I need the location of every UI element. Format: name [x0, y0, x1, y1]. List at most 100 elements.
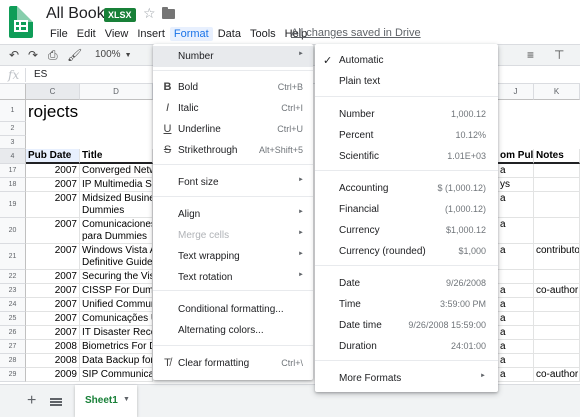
cell-notes[interactable]: co-author — [534, 368, 580, 382]
cell-notes[interactable] — [534, 298, 580, 312]
column-heading-title[interactable]: Title — [80, 149, 153, 164]
menu-format[interactable]: Format — [169, 26, 213, 41]
cell-title[interactable]: Midsized Busine Dummies — [80, 192, 153, 218]
cell-com-pub[interactable]: a — [498, 284, 534, 298]
cell-title[interactable]: Unified Commun — [80, 298, 153, 312]
cell-com-pub[interactable]: a — [498, 354, 534, 368]
number-format-time[interactable]: Time 3:59:00 PM — [315, 294, 498, 315]
format-menu-item-strikethrough[interactable]: S Strikethrough Alt+Shift+5 — [153, 140, 313, 161]
row-header[interactable]: 21 — [0, 244, 26, 270]
row-header[interactable]: 23 — [0, 284, 26, 298]
number-format-plain-text[interactable]: Plain text — [315, 71, 498, 92]
number-format-currency[interactable]: Currency $1,000.12 — [315, 220, 498, 241]
cell-com-pub[interactable]: a — [498, 218, 534, 244]
cell-notes[interactable] — [534, 312, 580, 326]
column-heading-pub-date[interactable]: Pub Date — [26, 149, 80, 164]
save-status-link[interactable]: All changes saved in Drive — [291, 27, 421, 39]
cell-pub-year[interactable]: 2007 — [26, 244, 80, 270]
select-all-corner[interactable] — [0, 84, 26, 100]
cell-pub-year[interactable]: 2007 — [26, 298, 80, 312]
row-header[interactable]: 18 — [0, 178, 26, 192]
format-menu-item-text-rotation[interactable]: Text rotation ► — [153, 267, 313, 288]
cell-pub-year[interactable]: 2007 — [26, 218, 80, 244]
number-format-accounting[interactable]: Accounting $ (1,000.12) — [315, 178, 498, 199]
format-menu-item-font-size[interactable]: Font size ► — [153, 172, 313, 193]
format-menu-item-bold[interactable]: B Bold Ctrl+B — [153, 77, 313, 98]
column-header-k[interactable]: K — [534, 84, 580, 100]
cell-com-pub[interactable]: ys — [498, 178, 534, 192]
redo-icon[interactable]: ↷ — [28, 48, 38, 62]
number-format-number[interactable]: Number 1,000.12 — [315, 104, 498, 125]
cell-title[interactable]: Converged Netw — [80, 164, 153, 178]
cell-pub-year[interactable]: 2009 — [26, 368, 80, 382]
cell-title[interactable]: Securing the Vista — [80, 270, 153, 284]
paint-format-icon[interactable]: 🖌 — [67, 48, 82, 62]
menu-edit[interactable]: Edit — [73, 27, 100, 41]
cell-title[interactable]: Comunicações Ur — [80, 312, 153, 326]
menu-tools[interactable]: Tools — [246, 27, 280, 41]
cell-notes[interactable] — [534, 178, 580, 192]
number-format-scientific[interactable]: Scientific 1.01E+03 — [315, 146, 498, 167]
all-sheets-icon[interactable] — [50, 398, 62, 406]
menu-view[interactable]: View — [101, 27, 133, 41]
cell-pub-year[interactable]: 2007 — [26, 164, 80, 178]
cell-notes[interactable]: co-author — [534, 284, 580, 298]
cell-title[interactable]: Windows Vista A Definitive Guide — [80, 244, 153, 270]
zoom-select[interactable]: 100% ▼ — [95, 48, 132, 63]
cell-notes[interactable] — [534, 164, 580, 178]
folder-icon[interactable] — [162, 7, 175, 19]
cell-title[interactable]: CISSP For Dummi — [80, 284, 153, 298]
cell-com-pub[interactable]: a — [498, 340, 534, 354]
column-header-j[interactable]: J — [498, 84, 534, 100]
cell-pub-year[interactable]: 2007 — [26, 192, 80, 218]
undo-icon[interactable]: ↶ — [9, 48, 19, 62]
format-menu-item-conditional-formatting[interactable]: Conditional formatting... — [153, 299, 313, 320]
row-header[interactable]: 2 — [0, 122, 26, 136]
cell-notes[interactable] — [534, 192, 580, 218]
row-header[interactable]: 1 — [0, 100, 26, 122]
cell-title[interactable]: SIP Communicati — [80, 368, 153, 382]
document-title[interactable]: All Books — [46, 5, 113, 23]
format-menu-item-align[interactable]: Align ► — [153, 204, 313, 225]
cell-com-pub[interactable]: a — [498, 164, 534, 178]
row-header[interactable]: 25 — [0, 312, 26, 326]
cell-title[interactable]: Data Backup for D — [80, 354, 153, 368]
format-menu-item-alternating-colors[interactable]: Alternating colors... — [153, 320, 313, 341]
print-icon[interactable]: ⎙ — [48, 48, 58, 62]
cell-notes[interactable] — [534, 218, 580, 244]
row-header[interactable]: 28 — [0, 354, 26, 368]
row-header[interactable]: 27 — [0, 340, 26, 354]
number-format-more-formats[interactable]: More Formats ► — [315, 368, 498, 389]
align-icon[interactable]: ≡ — [527, 48, 534, 62]
sheet-tab[interactable]: Sheet1 ▼ — [75, 385, 137, 417]
cell-com-pub[interactable]: a — [498, 368, 534, 382]
row-header[interactable]: 20 — [0, 218, 26, 244]
cell-title[interactable]: Comunicaciones para Dummies — [80, 218, 153, 244]
chevron-down-icon[interactable]: ▼ — [123, 396, 130, 403]
star-icon[interactable]: ☆ — [143, 5, 156, 22]
row-header[interactable]: 26 — [0, 326, 26, 340]
cell-title[interactable]: IT Disaster Recov — [80, 326, 153, 340]
cell-pub-year[interactable]: 2007 — [26, 178, 80, 192]
cell-com-pub[interactable]: a — [498, 192, 534, 218]
number-format-currency-rounded[interactable]: Currency (rounded) $1,000 — [315, 241, 498, 262]
cell-pub-year[interactable]: 2008 — [26, 354, 80, 368]
menu-insert[interactable]: Insert — [133, 27, 169, 41]
cell-com-pub[interactable]: a — [498, 326, 534, 340]
row-header[interactable]: 19 — [0, 192, 26, 218]
row-header[interactable]: 17 — [0, 164, 26, 178]
format-menu-item-number[interactable]: Number ► — [153, 46, 313, 67]
valign-icon[interactable]: ⊤ — [554, 48, 564, 62]
cell-pub-year[interactable]: 2007 — [26, 312, 80, 326]
number-format-date[interactable]: Date 9/26/2008 — [315, 273, 498, 294]
sheet-title-cell[interactable]: rojects — [28, 102, 78, 122]
cell-com-pub[interactable]: a — [498, 312, 534, 326]
number-format-duration[interactable]: Duration 24:01:00 — [315, 336, 498, 357]
column-header-d[interactable]: D — [80, 84, 153, 100]
cell-pub-year[interactable]: 2007 — [26, 270, 80, 284]
column-heading-com-pub[interactable]: om Pul — [498, 149, 534, 164]
add-sheet-icon[interactable]: + — [27, 393, 36, 409]
format-menu-item-text-wrapping[interactable]: Text wrapping ► — [153, 246, 313, 267]
cell-notes[interactable]: contributo — [534, 244, 580, 270]
cell-pub-year[interactable]: 2008 — [26, 340, 80, 354]
